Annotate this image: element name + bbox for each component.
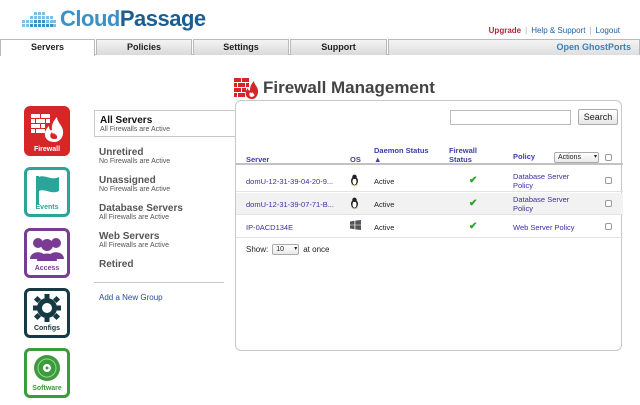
check-icon: ✔ xyxy=(469,175,478,186)
search-input[interactable] xyxy=(450,110,571,125)
group-name: Unretired xyxy=(99,147,144,158)
link-separator: | xyxy=(525,26,528,35)
group-web-servers[interactable]: Web Servers All Firewalls are Active xyxy=(94,231,228,249)
sidebar-firewall-button[interactable]: Firewall xyxy=(24,106,70,156)
windows-icon xyxy=(350,220,361,232)
group-status: No Firewalls are Active xyxy=(99,186,171,193)
main-nav-tabs: Servers Policies Settings Support Open G… xyxy=(0,39,640,56)
divider xyxy=(94,282,224,283)
column-header-os[interactable]: OS xyxy=(350,155,361,164)
check-icon: ✔ xyxy=(469,221,478,232)
chevron-down-icon: ▾ xyxy=(294,246,298,252)
group-status: All Firewalls are Active xyxy=(99,214,170,221)
actions-dropdown-value: Actions xyxy=(558,154,581,161)
column-header-firewall[interactable]: Firewall xyxy=(449,146,477,155)
tab-settings[interactable]: Settings xyxy=(193,39,289,55)
group-database-servers[interactable]: Database Servers All Firewalls are Activ… xyxy=(94,203,228,221)
server-name-link[interactable]: domU-12-31-39-07-71-B... xyxy=(246,200,334,209)
server-groups-list: All Servers All Firewalls are Active Unr… xyxy=(94,110,236,302)
group-all-servers[interactable]: All Servers All Firewalls are Active xyxy=(94,110,236,137)
page-size-value: 10 xyxy=(276,246,285,253)
page-header: Firewall Management xyxy=(233,76,435,100)
sidebar-configs-label: Configs xyxy=(33,325,61,332)
actions-dropdown[interactable]: Actions ▾ xyxy=(554,152,599,163)
disc-icon xyxy=(34,355,60,381)
daemon-status: Active xyxy=(374,177,395,186)
sidebar-events-label: Events xyxy=(35,204,59,211)
tab-support[interactable]: Support xyxy=(290,39,387,55)
firewall-icon xyxy=(234,78,259,99)
flag-icon xyxy=(36,176,59,204)
group-status: All Firewalls are Active xyxy=(100,126,171,133)
linux-icon xyxy=(350,197,359,211)
sidebar-access-label: Access xyxy=(34,265,60,272)
row-checkbox[interactable] xyxy=(605,223,612,230)
search-button[interactable]: Search xyxy=(578,109,618,125)
cloud-logo-icon xyxy=(22,12,56,27)
add-group-link[interactable]: Add a New Group xyxy=(99,293,228,302)
upgrade-link[interactable]: Upgrade xyxy=(489,26,521,35)
group-name: Web Servers xyxy=(99,231,160,242)
table-row: domU-12-31-39-04-20-9... Active ✔ Databa… xyxy=(236,170,623,192)
sort-ascending-icon[interactable]: ▲ xyxy=(374,155,381,164)
gear-icon xyxy=(33,294,61,322)
sidebar-configs-button[interactable]: Configs xyxy=(24,288,70,338)
row-checkbox[interactable] xyxy=(605,177,612,184)
group-unassigned[interactable]: Unassigned No Firewalls are Active xyxy=(94,175,228,193)
top-links: Upgrade | Help & Support | Logout xyxy=(489,26,620,35)
daemon-status: Active xyxy=(374,223,395,232)
tab-servers[interactable]: Servers xyxy=(0,39,95,56)
column-header-policy[interactable]: Policy xyxy=(513,152,535,161)
firewall-icon xyxy=(31,114,64,142)
page-size-dropdown[interactable]: 10 ▾ xyxy=(272,244,300,255)
daemon-status: Active xyxy=(374,200,395,209)
group-status: All Firewalls are Active xyxy=(99,242,170,249)
logo-wordmark: CloudPassage xyxy=(60,6,206,32)
cloudpassage-logo[interactable]: CloudPassage xyxy=(20,6,206,32)
sidebar-software-label: Software xyxy=(32,385,62,392)
logo-part-passage: Passage xyxy=(119,6,206,31)
column-header-server[interactable]: Server xyxy=(246,155,269,164)
table-row: domU-12-31-39-07-71-B... Active ✔ Databa… xyxy=(236,193,623,215)
page-title: Firewall Management xyxy=(263,78,435,97)
group-retired[interactable]: Retired xyxy=(94,259,228,270)
group-name: All Servers xyxy=(100,115,153,126)
server-name-link[interactable]: IP-0ACD134E xyxy=(246,223,293,232)
sidebar-firewall-label: Firewall xyxy=(33,146,61,153)
show-label: Show: xyxy=(246,245,269,254)
column-header-daemon-status[interactable]: Daemon Status xyxy=(374,146,429,155)
tab-policies[interactable]: Policies xyxy=(96,39,192,55)
sidebar-events-button[interactable]: Events xyxy=(24,167,70,217)
policy-link[interactable]: Web Server Policy xyxy=(513,223,588,232)
policy-link[interactable]: Database Server Policy xyxy=(513,195,588,213)
firewall-panel: Search Server OS Daemon Status ▲ Firewal… xyxy=(235,100,623,351)
group-unretired[interactable]: Unretired No Firewalls are Active xyxy=(94,147,228,165)
linux-icon xyxy=(350,174,359,188)
row-checkbox[interactable] xyxy=(605,200,612,207)
logout-link[interactable]: Logout xyxy=(596,26,620,35)
column-header-firewall-status[interactable]: Status xyxy=(449,155,472,164)
group-name: Retired xyxy=(99,259,134,270)
group-name: Database Servers xyxy=(99,203,183,214)
sidebar-software-button[interactable]: Software xyxy=(24,348,70,398)
group-status: No Firewalls are Active xyxy=(99,158,171,165)
policy-link[interactable]: Database Server Policy xyxy=(513,172,588,190)
select-all-checkbox[interactable] xyxy=(605,154,612,161)
app-root: CloudPassage Upgrade | Help & Support | … xyxy=(0,0,640,405)
help-support-link[interactable]: Help & Support xyxy=(531,26,585,35)
page-size-control: Show: 10 ▾ at once xyxy=(246,244,329,255)
server-name-link[interactable]: domU-12-31-39-04-20-9... xyxy=(246,177,333,186)
table-row: IP-0ACD134E Active ✔ Web Server Policy xyxy=(236,216,623,238)
users-icon xyxy=(30,238,64,261)
tab-open-ghostports[interactable]: Open GhostPorts xyxy=(388,39,640,55)
check-icon: ✔ xyxy=(469,198,478,209)
at-once-label: at once xyxy=(303,245,330,254)
link-separator: | xyxy=(589,26,592,35)
chevron-down-icon: ▾ xyxy=(593,154,597,160)
sidebar-access-button[interactable]: Access xyxy=(24,228,70,278)
logo-part-cloud: Cloud xyxy=(60,6,120,31)
group-name: Unassigned xyxy=(99,175,156,186)
